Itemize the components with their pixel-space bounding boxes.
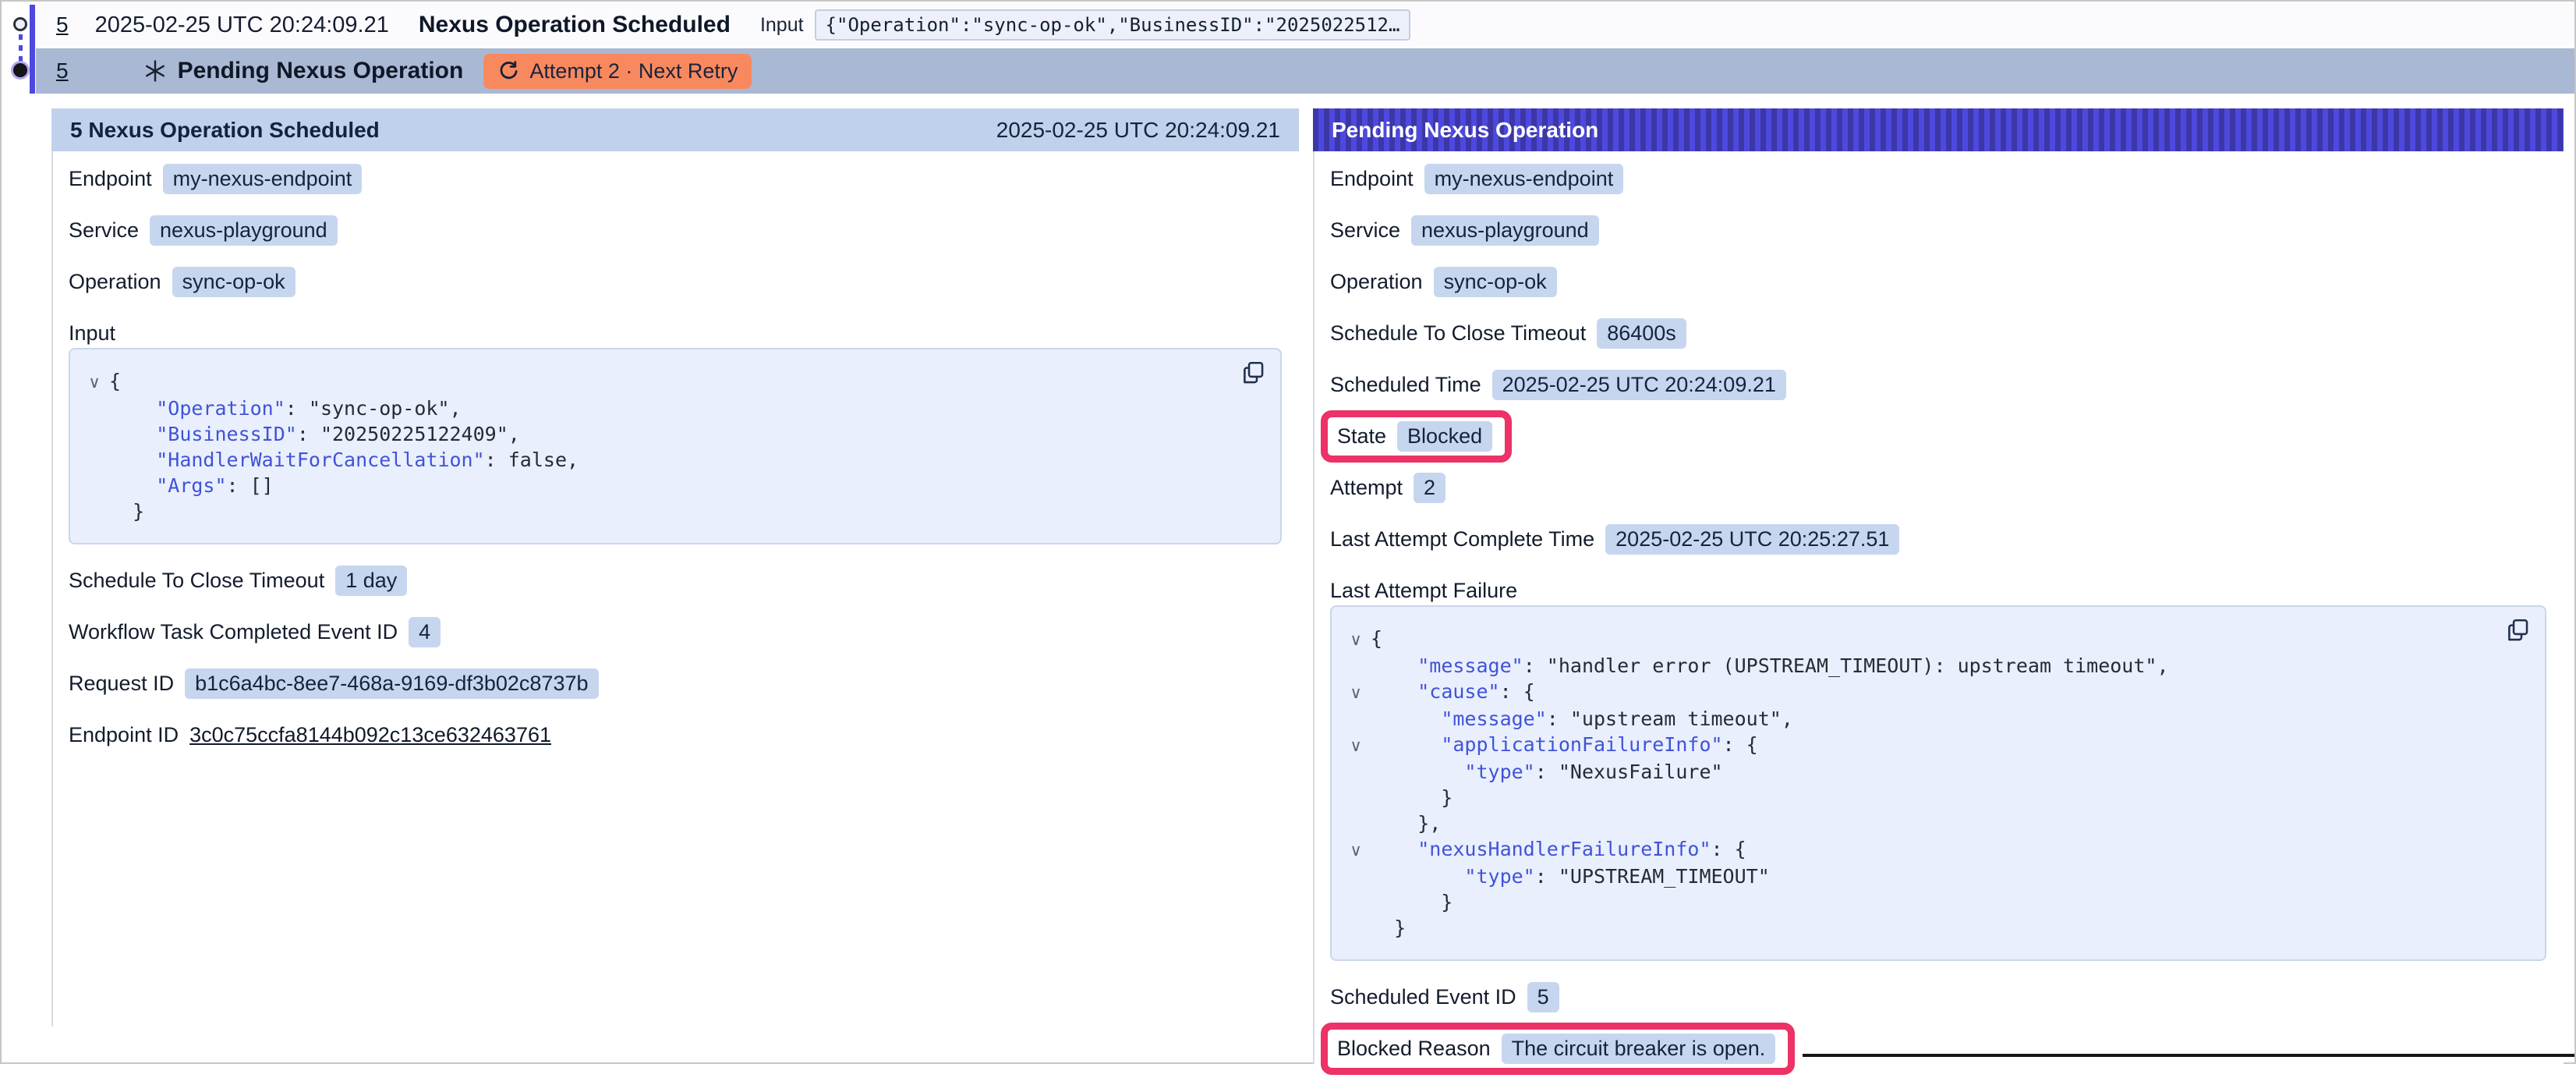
field-value-chip: 2 <box>1414 473 1445 503</box>
field-row: Endpoint my-nexus-endpoint <box>69 164 1282 194</box>
event-id-link[interactable]: 5 <box>56 12 69 37</box>
card-header-title: 5 Nexus Operation Scheduled <box>70 118 380 143</box>
event-detail-card-scheduled: 5 Nexus Operation Scheduled 2025-02-25 U… <box>51 108 1299 1026</box>
field-value-chip: 86400s <box>1597 318 1686 349</box>
retry-status-badge: Attempt 2 · Next Retry <box>483 54 752 89</box>
field-label: Schedule To Close Timeout <box>1330 321 1586 346</box>
copy-icon[interactable] <box>1238 359 1268 388</box>
field-row: Service nexus-playground <box>1330 215 2546 246</box>
field-label: Operation <box>69 270 161 294</box>
field-row: Workflow Task Completed Event ID 4 <box>69 617 1282 647</box>
timeline-node-open-icon <box>13 17 27 31</box>
field-label: Service <box>1330 218 1400 243</box>
event-input-preview-chip: {"Operation":"sync-op-ok","BusinessID":"… <box>815 9 1411 41</box>
json-code-block: ∨{ "message": "handler error (UPSTREAM_T… <box>1330 605 2546 961</box>
bottom-divider <box>1803 1054 2574 1057</box>
field-label: Request ID <box>69 672 174 696</box>
field-label: Last Attempt Failure <box>1330 579 1517 603</box>
field-label: Blocked Reason <box>1337 1037 1491 1061</box>
field-label: Schedule To Close Timeout <box>69 569 324 593</box>
json-code: ∨{ "message": "handler error (UPSTREAM_T… <box>1341 626 2490 941</box>
field-row: Input <box>69 318 1282 348</box>
chevron-down-icon[interactable]: ∨ <box>1341 680 1371 706</box>
field-label: Scheduled Time <box>1330 373 1481 397</box>
field-value-chip: 2025-02-25 UTC 20:25:27.51 <box>1605 524 1899 555</box>
field-label: Service <box>69 218 139 243</box>
field-value-chip: sync-op-ok <box>1434 267 1557 297</box>
field-row: Last Attempt Failure <box>1330 576 2546 605</box>
field-row: Operation sync-op-ok <box>1330 267 2546 297</box>
highlight-annotation-box: State Blocked <box>1321 410 1512 463</box>
field-row: Request ID b1c6a4bc-8ee7-468a-9169-df3b02… <box>69 668 1282 699</box>
field-label: Last Attempt Complete Time <box>1330 527 1594 551</box>
retry-badge-label: Attempt 2 · Next Retry <box>529 59 738 83</box>
field-value-chip: 5 <box>1527 982 1559 1012</box>
event-timestamp: 2025-02-25 UTC 20:24:09.21 <box>95 12 389 38</box>
card-header: 5 Nexus Operation Scheduled 2025-02-25 U… <box>51 108 1299 151</box>
field-value-chip: nexus-playground <box>150 215 338 246</box>
field-row: Endpoint ID 3c0c75ccfa8144b092c13ce632463… <box>69 720 1282 750</box>
field-label: Endpoint ID <box>69 723 179 747</box>
field-row: Schedule To Close Timeout 1 day <box>69 566 1282 596</box>
field-value-chip: b1c6a4bc-8ee7-468a-9169-df3b02c8737b <box>185 668 598 699</box>
left-card-fields: Endpoint my-nexus-endpoint Service nexus-pl… <box>69 164 1282 750</box>
field-row: Service nexus-playground <box>69 215 1282 246</box>
right-card-fields: Endpoint my-nexus-endpoint Service nexus-pl… <box>1330 164 2546 1064</box>
card-header-title: Pending Nexus Operation <box>1332 118 1598 143</box>
refresh-icon <box>497 60 520 83</box>
field-value-chip: 1 day <box>335 566 407 596</box>
highlight-annotation-box: Blocked Reason The circuit breaker is ope… <box>1321 1023 1795 1075</box>
field-label: Scheduled Event ID <box>1330 985 1516 1009</box>
chevron-down-icon[interactable]: ∨ <box>80 370 109 395</box>
timeline-selection-bar <box>30 5 35 94</box>
asterisk-pending-icon <box>143 59 167 83</box>
field-label: State <box>1337 424 1386 449</box>
field-label: Endpoint <box>69 167 152 191</box>
event-row-nexus-operation-scheduled[interactable]: 5 2025-02-25 UTC 20:24:09.21 Nexus Opera… <box>36 3 2574 47</box>
card-header-striped: Pending Nexus Operation <box>1313 108 2564 151</box>
field-row: Blocked Reason The circuit breaker is ope… <box>1330 1034 2546 1064</box>
event-title: Pending Nexus Operation <box>178 58 464 84</box>
copy-icon[interactable] <box>2503 616 2532 646</box>
field-value-chip: 2025-02-25 UTC 20:24:09.21 <box>1492 370 1786 400</box>
event-input-label: Input <box>760 14 804 37</box>
field-row: State Blocked <box>1330 421 2546 452</box>
field-label: Attempt <box>1330 476 1403 500</box>
event-title: Nexus Operation Scheduled <box>419 12 731 38</box>
chevron-down-icon[interactable]: ∨ <box>1341 838 1371 863</box>
field-row: Operation sync-op-ok <box>69 267 1282 297</box>
timeline-node-filled-icon <box>13 63 27 77</box>
field-row: Last Attempt Complete Time 2025-02-25 UTC… <box>1330 524 2546 555</box>
field-label: Operation <box>1330 270 1423 294</box>
field-row: Endpoint my-nexus-endpoint <box>1330 164 2546 194</box>
field-value-link[interactable]: 3c0c75ccfa8144b092c13ce632463761 <box>189 723 551 747</box>
field-value-chip: nexus-playground <box>1411 215 1599 246</box>
card-header-timestamp: 2025-02-25 UTC 20:24:09.21 <box>996 118 1280 143</box>
json-code-block: ∨{ "Operation": "sync-op-ok", "BusinessI… <box>69 348 1282 544</box>
field-row: Schedule To Close Timeout 86400s <box>1330 318 2546 349</box>
field-value-chip: my-nexus-endpoint <box>163 164 363 194</box>
field-row: Scheduled Event ID 5 <box>1330 982 2546 1012</box>
field-label: Input <box>69 321 115 346</box>
field-value-chip: my-nexus-endpoint <box>1424 164 1624 194</box>
card-body: Endpoint my-nexus-endpoint Service nexus-pl… <box>51 151 1299 1026</box>
card-body: Endpoint my-nexus-endpoint Service nexus-pl… <box>1313 151 2564 1064</box>
field-value-chip: Blocked <box>1397 421 1492 452</box>
event-id-link[interactable]: 5 <box>56 59 69 83</box>
event-detail-card-pending: Pending Nexus Operation Endpoint my-nexus… <box>1313 108 2564 1085</box>
event-row-pending-nexus-operation[interactable]: 5 Pending Nexus Operation Attempt 2 · Ne… <box>36 48 2574 94</box>
field-row: Attempt 2 <box>1330 473 2546 503</box>
field-label: Endpoint <box>1330 167 1414 191</box>
chevron-down-icon[interactable]: ∨ <box>1341 627 1371 653</box>
field-row: Scheduled Time 2025-02-25 UTC 20:24:09.21 <box>1330 370 2546 400</box>
timeline-dotted-connector <box>19 34 23 62</box>
field-value-chip: The circuit breaker is open. <box>1502 1034 1776 1064</box>
chevron-down-icon[interactable]: ∨ <box>1341 733 1371 759</box>
field-value-chip: sync-op-ok <box>172 267 295 297</box>
field-value-chip: 4 <box>409 617 441 647</box>
field-label: Workflow Task Completed Event ID <box>69 620 398 644</box>
json-code: ∨{ "Operation": "sync-op-ok", "BusinessI… <box>80 368 1226 524</box>
